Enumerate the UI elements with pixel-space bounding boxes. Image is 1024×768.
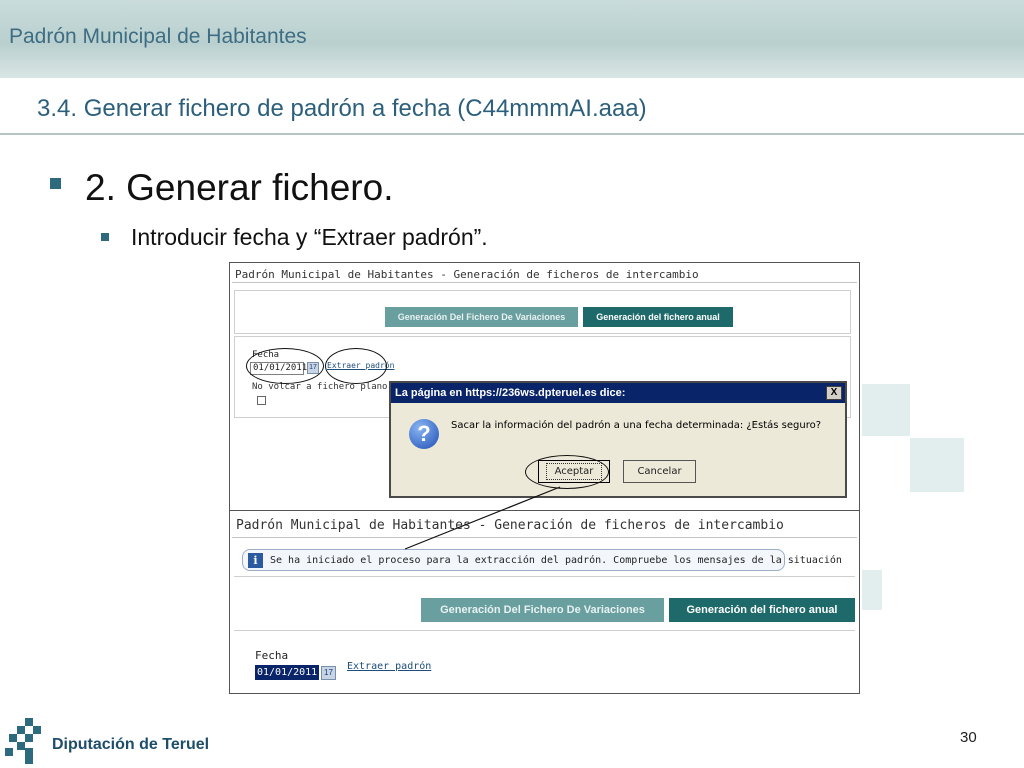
dialog-titlebar: La página en https://236ws.dpteruel.es d… (391, 383, 845, 403)
diputacion-logo-icon (5, 718, 41, 764)
calendar-icon[interactable]: 17 (321, 666, 336, 680)
divider (232, 282, 857, 283)
tab-anual-button[interactable]: Generación del fichero anual (669, 598, 855, 622)
highlight-ellipse-fecha (246, 348, 324, 384)
organization-name: Diputación de Teruel (52, 736, 210, 753)
decorative-square (910, 438, 964, 492)
divider (234, 630, 855, 631)
question-icon: ? (409, 419, 439, 449)
title-divider (0, 133, 1024, 135)
window-title: Padrón Municipal de Habitantes - Generac… (236, 518, 784, 533)
decorative-square (862, 570, 882, 610)
extraer-padron-link[interactable]: Extraer padrón (347, 661, 431, 672)
tab-variaciones-button[interactable]: Generación Del Fichero De Variaciones (385, 307, 578, 327)
screenshot-result-window: Padrón Municipal de Habitantes - Generac… (229, 510, 860, 694)
page-number: 30 (960, 729, 977, 746)
info-message: Se ha iniciado el proceso para la extrac… (270, 555, 842, 566)
header-title: Padrón Municipal de Habitantes (9, 25, 307, 48)
tab-variaciones-button[interactable]: Generación Del Fichero De Variaciones (421, 598, 664, 622)
bullet-square-icon (101, 233, 109, 241)
bullet-level2-text: Introducir fecha y “Extraer padrón”. (131, 224, 488, 250)
no-volcar-checkbox[interactable] (257, 396, 266, 405)
dialog-message: Sacar la información del padrón a una fe… (451, 420, 822, 431)
bullet-square-icon (50, 178, 61, 189)
cancel-button[interactable]: Cancelar (623, 460, 696, 483)
close-icon[interactable]: X (826, 386, 842, 400)
fecha-label: Fecha (255, 649, 289, 662)
window-title: Padrón Municipal de Habitantes - Generac… (235, 268, 699, 281)
bullet-level1-text: 2. Generar fichero. (85, 167, 394, 208)
divider (232, 537, 857, 538)
decorative-square (862, 384, 910, 436)
slide-header: Padrón Municipal de Habitantes (0, 0, 1024, 78)
info-message-bar: i Se ha iniciado el proceso para la extr… (242, 549, 842, 571)
fecha-input[interactable]: 01/01/2011 (255, 665, 319, 680)
highlight-ellipse-aceptar (525, 455, 609, 489)
highlight-ellipse-extraer (325, 348, 387, 384)
confirm-dialog: La página en https://236ws.dpteruel.es d… (389, 381, 847, 498)
section-title: 3.4. Generar fichero de padrón a fecha (… (37, 95, 647, 122)
no-volcar-label: No volcar a fichero plano (252, 382, 388, 392)
info-icon: i (248, 553, 263, 568)
divider (234, 576, 855, 577)
tab-anual-button[interactable]: Generación del fichero anual (583, 307, 733, 327)
